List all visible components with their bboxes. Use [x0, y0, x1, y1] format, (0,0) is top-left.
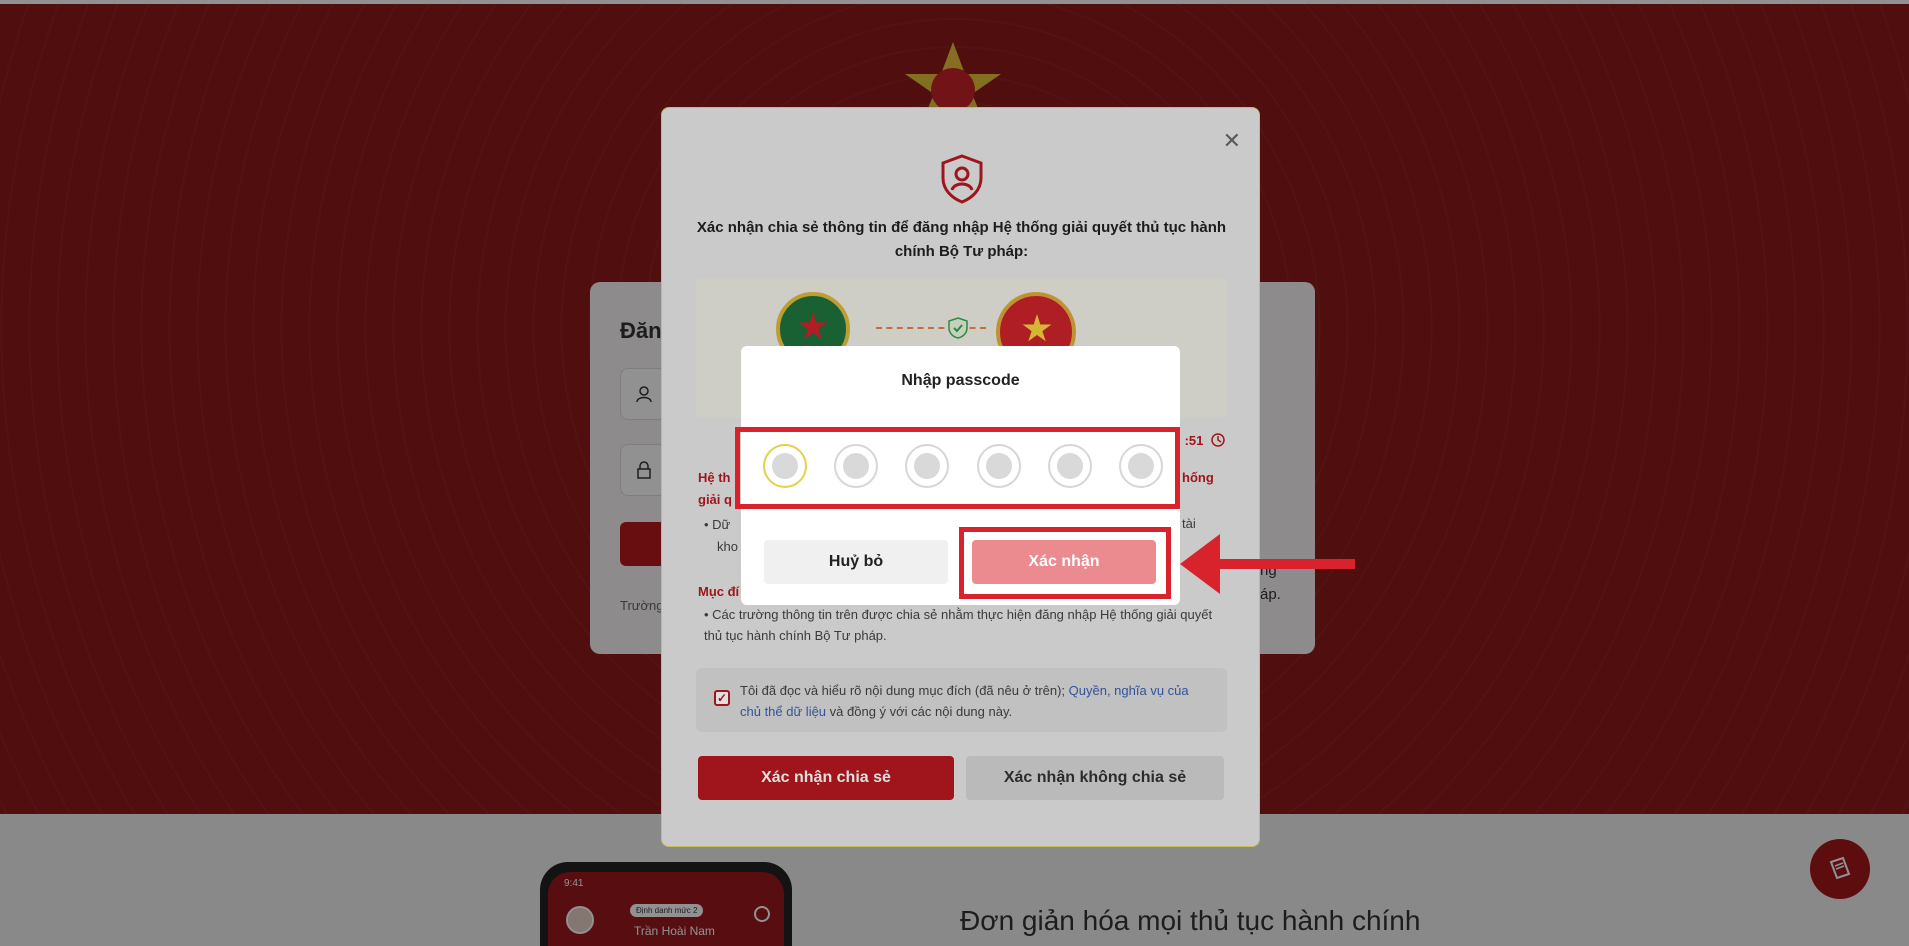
passcode-title: Nhập passcode: [901, 372, 1020, 389]
highlight-box-passcode: [735, 427, 1180, 509]
cancel-button[interactable]: Huỷ bỏ: [764, 540, 948, 584]
arrow-left-icon: [1180, 534, 1355, 594]
highlight-box-confirm: [959, 527, 1171, 599]
